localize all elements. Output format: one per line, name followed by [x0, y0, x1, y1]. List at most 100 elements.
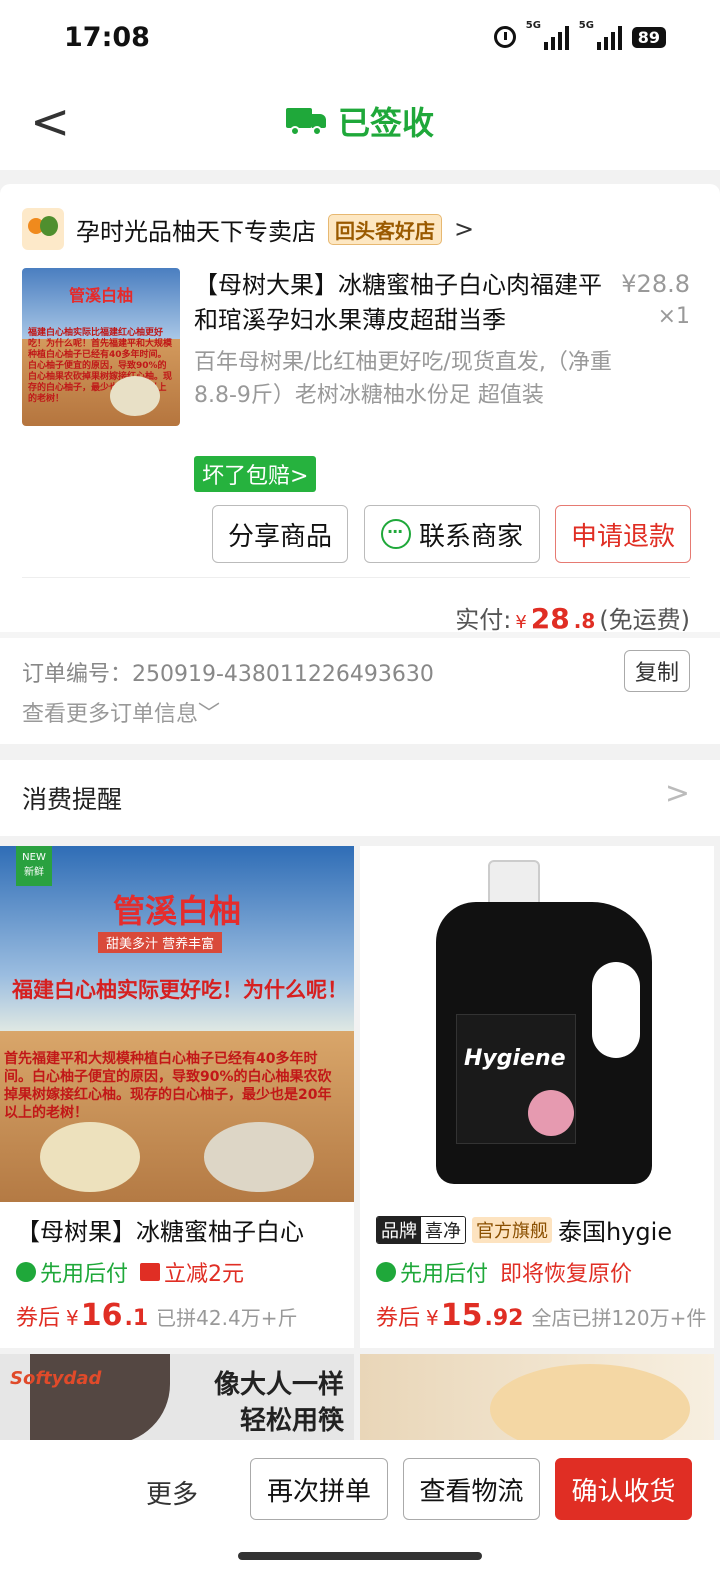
product-title[interactable]: 【母树大果】冰糖蜜柚子白心肉福建平和琯溪孕妇水果薄皮超甜当季: [194, 268, 604, 338]
pay-later-tag: 先用后付: [376, 1256, 488, 1288]
pay-later-icon: [376, 1262, 396, 1282]
paid-label: 实付:: [455, 606, 512, 634]
product-price: ¥28.8: [621, 270, 690, 298]
paid-amount-dec: .8: [573, 609, 596, 633]
slogan-line-1: 像大人一样: [213, 1370, 344, 1400]
price-int: 16: [80, 1298, 123, 1333]
image-body-text: 首先福建平和大规模种植白心柚子已经有40多年时间。白心柚子便宜的原因，导致90%…: [4, 1051, 332, 1121]
new-badge: NEW 新鲜: [16, 846, 52, 886]
flagship-tag: 官方旗舰: [472, 1216, 552, 1243]
consumption-reminder[interactable]: 消费提醒 >: [0, 760, 720, 836]
sold-count: 全店已拼120万+件: [531, 1306, 707, 1330]
status-time: 17:08: [64, 22, 150, 53]
bottom-action-bar: 更多 再次拼单 查看物流 确认收货: [0, 1440, 720, 1582]
alarm-icon: [493, 26, 516, 48]
brand-logo: Softydad: [10, 1368, 102, 1389]
shop-name: 孕时光品柚天下专卖店: [76, 217, 316, 246]
signal-label-2: 5G: [578, 20, 594, 31]
recommend-price: 券后 ¥ 15 .92 全店已拼120万+件: [376, 1298, 706, 1333]
discount-tag: 立减2元: [140, 1256, 244, 1288]
pay-later-label: 先用后付: [40, 1262, 129, 1287]
status-bar: 17:08 5G 5G 89: [0, 0, 720, 80]
top-nav: < 已签收: [0, 80, 720, 170]
chevron-right-icon: >: [454, 215, 475, 243]
product-quantity: ×1: [657, 304, 690, 329]
brand-tag: 品牌 喜净: [376, 1215, 466, 1244]
refund-button[interactable]: 申请退款: [555, 505, 691, 563]
divider: [22, 577, 690, 578]
food-image: [490, 1364, 690, 1444]
page-title-text: 已签收: [337, 104, 434, 142]
restore-price-tag: 即将恢复原价: [500, 1262, 633, 1287]
price-dec: .1: [124, 1306, 149, 1331]
page-title: 已签收: [0, 98, 720, 144]
price-prefix: 券后: [16, 1306, 61, 1331]
contact-seller-button[interactable]: 联系商家: [364, 505, 540, 563]
confirm-receipt-button[interactable]: 确认收货: [555, 1458, 692, 1520]
shop-logo: [22, 208, 64, 250]
view-logistics-button[interactable]: 查看物流: [403, 1458, 540, 1520]
recommend-card[interactable]: NEW 新鲜 管溪白柚 甜美多汁 营养丰富 福建白心柚实际更好吃！为什么呢！ 首…: [0, 846, 354, 1348]
order-number: 订单编号：250919-438011226493630: [22, 662, 434, 687]
recommend-price: 券后 ¥ 16 .1 已拼42.4万+斤: [16, 1298, 297, 1333]
recommend-name: 品牌 喜净 官方旗舰 泰国hygie: [376, 1212, 704, 1247]
order-card: 孕时光品柚天下专卖店 回头客好店 > 管溪白柚 福建白心柚实际比福建红心柚更好吃…: [0, 184, 720, 744]
price-dec: .92: [484, 1306, 524, 1331]
price-currency: ¥: [66, 1306, 79, 1330]
contact-seller-label: 联系商家: [418, 521, 523, 552]
paid-amount-int: 28: [530, 602, 570, 635]
recommend-card[interactable]: Softydad 像大人一样 轻松用筷: [0, 1354, 354, 1444]
share-product-button[interactable]: 分享商品: [212, 505, 348, 563]
thumbnail-title: 管溪白柚: [68, 286, 133, 305]
home-indicator[interactable]: [238, 1552, 482, 1560]
price-int: 15: [440, 1298, 483, 1333]
bottle-cap: [488, 860, 540, 906]
recommend-image: NEW 新鲜 管溪白柚 甜美多汁 营养丰富 福建白心柚实际更好吃！为什么呢！ 首…: [0, 846, 354, 1202]
brand-tag-a: 品牌: [377, 1216, 421, 1243]
discount-label: 立减2元: [164, 1262, 245, 1287]
battery-icon: 89: [631, 26, 666, 48]
more-button[interactable]: 更多: [146, 1474, 198, 1511]
product-thumbnail[interactable]: 管溪白柚 福建白心柚实际比福建红心柚更好吃！为什么呢！首先福建平和大规模种植白心…: [22, 268, 180, 426]
status-icons: 5G 5G 89: [493, 20, 666, 50]
bottle-brand: Hygiene: [464, 1046, 566, 1071]
pay-later-tag: 先用后付: [16, 1256, 128, 1288]
brand-tag-b: 喜净: [421, 1216, 465, 1243]
recommend-image: Hygiene: [360, 846, 714, 1202]
reminder-title: 消费提醒: [22, 785, 123, 814]
guarantee-badge[interactable]: 坏了包赔>: [194, 456, 317, 492]
image-question: 福建白心柚实际更好吃！为什么呢！: [12, 978, 348, 1002]
recommend-card[interactable]: Hygiene 品牌 喜净 官方旗舰 泰国hygie 先用后付 即将恢复原价 券…: [360, 846, 714, 1348]
more-order-info-link[interactable]: 查看更多订单信息﹀: [22, 696, 220, 728]
coupon-icon: [140, 1263, 161, 1281]
signal-icon-2: 5G: [579, 20, 622, 50]
recommend-card[interactable]: [360, 1354, 714, 1444]
recommend-name-text: 泰国hygie: [558, 1218, 673, 1246]
signal-label: 5G: [525, 20, 541, 31]
recommend-tags: 先用后付 立减2元: [16, 1256, 244, 1288]
chat-icon: [380, 519, 411, 549]
section-separator: [0, 632, 720, 638]
pay-later-label: 先用后付: [400, 1262, 489, 1287]
shop-link[interactable]: 孕时光品柚天下专卖店 回头客好店 >: [22, 208, 474, 250]
signal-icon: 5G: [526, 20, 569, 50]
copy-button[interactable]: 复制: [623, 650, 690, 692]
price-prefix: 券后: [376, 1306, 421, 1331]
slogan-line-2: 轻松用筷: [239, 1406, 344, 1436]
image-title: 管溪白柚: [112, 892, 241, 930]
product-description: 百年母树果/比红柚更好吃/现货直发,（净重8.8-9斤）老树冰糖柚水份足 超值装: [194, 350, 612, 408]
reorder-button[interactable]: 再次拼单: [250, 1458, 388, 1520]
pay-later-icon: [16, 1262, 36, 1282]
paid-currency: ¥: [515, 612, 527, 633]
recommend-tags: 先用后付 即将恢复原价: [376, 1256, 632, 1288]
paid-amount: 实付: ¥ 28 .8 (免运费): [455, 600, 690, 635]
truck-icon: [285, 106, 326, 136]
shop-badge: 回头客好店: [328, 213, 442, 245]
sold-count: 已拼42.4万+斤: [156, 1306, 298, 1330]
price-currency: ¥: [426, 1306, 439, 1330]
recommend-name: 【母树果】冰糖蜜柚子白心: [16, 1212, 344, 1247]
shipping-note: (免运费): [599, 606, 690, 634]
chevron-right-icon: >: [664, 776, 690, 811]
recommend-name-text: 【母树果】冰糖蜜柚子白心: [16, 1218, 304, 1246]
image-subtitle: 甜美多汁 营养丰富: [98, 932, 223, 953]
